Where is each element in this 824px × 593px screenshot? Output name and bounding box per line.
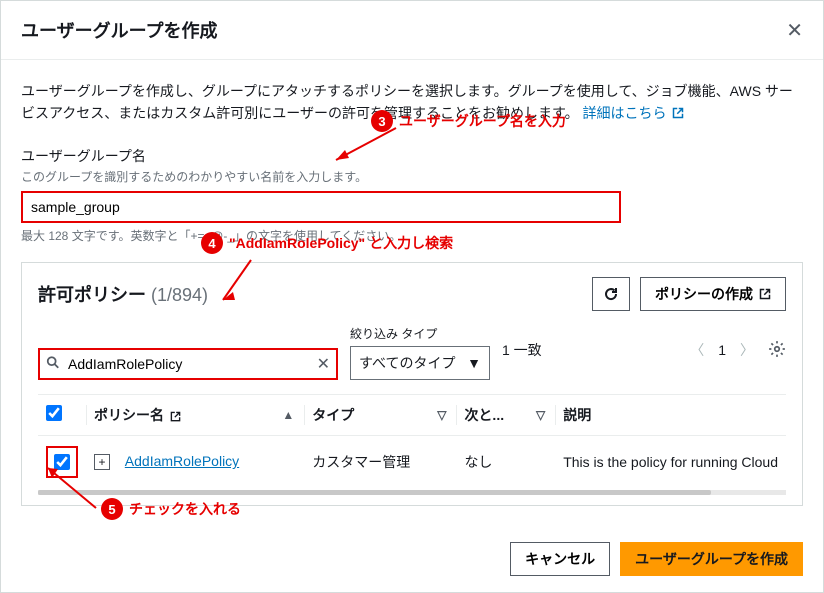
prev-page-button[interactable]: 〈	[690, 340, 704, 360]
create-group-modal: ユーザーグループを作成 ✕ ユーザーグループを作成し、グループにアタッチするポリ…	[0, 0, 824, 593]
row-desc: This is the policy for running Cloud	[555, 435, 786, 488]
next-page-button[interactable]: 〉	[740, 340, 754, 360]
pagination: 〈 1 〉	[690, 340, 786, 365]
learn-more-link[interactable]: 詳細はこちら	[583, 105, 685, 121]
policy-search-input[interactable]	[38, 348, 338, 380]
policy-panel-title: 許可ポリシー (1/894)	[38, 281, 208, 307]
callout-5-text: チェックを入れる	[129, 499, 241, 519]
filter-type-column: 絞り込み タイプ すべてのタイプ ▼	[350, 325, 490, 380]
col-description: 説明	[563, 407, 591, 423]
policy-name-link[interactable]: AddIamRolePolicy	[125, 453, 239, 469]
filter-row: ✕ 絞り込み タイプ すべてのタイプ ▼ 1 一致 〈 1 〉	[38, 325, 786, 380]
policy-title-text: 許可ポリシー	[38, 285, 146, 305]
filter-icon[interactable]: ▽	[536, 408, 545, 422]
horizontal-scrollbar[interactable]	[38, 490, 786, 495]
settings-button[interactable]	[768, 340, 786, 361]
scrollbar-thumb[interactable]	[38, 490, 711, 495]
close-button[interactable]: ✕	[786, 18, 803, 43]
policy-count: (1/894)	[146, 285, 208, 305]
group-name-input[interactable]	[21, 191, 621, 223]
callout-5: 5 チェックを入れる	[101, 498, 241, 520]
policy-table: ポリシー名 ▲ タイプ ▽ 次と... ▽ 説	[38, 394, 786, 488]
create-group-button[interactable]: ユーザーグループを作成	[620, 542, 803, 576]
callout-3-arrow	[321, 120, 421, 170]
callout-5-arrow	[36, 460, 106, 515]
external-link-icon	[170, 411, 181, 422]
policy-panel-actions: ポリシーの作成	[592, 277, 786, 311]
gear-icon	[768, 340, 786, 358]
table-row: + AddIamRolePolicy カスタマー管理 なし This is th…	[38, 435, 786, 488]
permissions-policy-panel: 許可ポリシー (1/894) ポリシーの作成	[21, 262, 803, 506]
callout-4-text: "AddIamRolePolicy" と入力し検索	[229, 233, 453, 253]
group-name-hint: このグループを識別するためのわかりやすい名前を入力します。	[21, 168, 803, 185]
modal-footer: キャンセル ユーザーグループを作成	[1, 526, 823, 592]
modal-title: ユーザーグループを作成	[21, 17, 218, 43]
search-icon	[46, 355, 60, 372]
close-icon: ✕	[786, 20, 803, 42]
filter-type-selected: すべてのタイプ	[359, 353, 455, 373]
create-policy-button[interactable]: ポリシーの作成	[640, 277, 786, 311]
select-all-checkbox[interactable]	[46, 405, 62, 421]
row-next: なし	[456, 435, 555, 488]
callout-4-badge: 4	[201, 232, 223, 254]
refresh-icon	[603, 286, 619, 302]
external-link-icon	[672, 103, 684, 125]
learn-more-text: 詳細はこちら	[583, 105, 667, 121]
modal-body: ユーザーグループを作成し、グループにアタッチするポリシーを選択します。グループを…	[1, 60, 823, 526]
sort-asc-icon[interactable]: ▲	[282, 408, 294, 422]
col-policy-name: ポリシー名	[94, 407, 164, 423]
filter-icon[interactable]: ▽	[437, 408, 446, 422]
filter-type-label: 絞り込み タイプ	[350, 325, 490, 342]
match-count: 1 一致	[502, 340, 542, 364]
modal-header: ユーザーグループを作成 ✕	[1, 1, 823, 60]
callout-3-text: ユーザーグループ名を入力	[399, 111, 566, 131]
col-type: タイプ	[312, 407, 354, 423]
callout-4-arrow	[211, 255, 271, 315]
refresh-button[interactable]	[592, 277, 630, 311]
search-wrapper: ✕	[38, 348, 338, 380]
col-next: 次と...	[464, 407, 504, 423]
cancel-button[interactable]: キャンセル	[510, 542, 610, 576]
clear-search-icon[interactable]: ✕	[317, 354, 330, 374]
chevron-down-icon: ▼	[467, 355, 481, 371]
callout-5-badge: 5	[101, 498, 123, 520]
table-header-row: ポリシー名 ▲ タイプ ▽ 次と... ▽ 説	[38, 394, 786, 435]
create-policy-label: ポリシーの作成	[655, 284, 753, 304]
external-link-icon	[759, 288, 771, 300]
current-page: 1	[718, 342, 726, 358]
policy-panel-header: 許可ポリシー (1/894) ポリシーの作成	[38, 277, 786, 311]
callout-4: 4 "AddIamRolePolicy" と入力し検索	[201, 232, 453, 254]
row-type: カスタマー管理	[304, 435, 456, 488]
filter-type-select[interactable]: すべてのタイプ ▼	[350, 346, 490, 380]
